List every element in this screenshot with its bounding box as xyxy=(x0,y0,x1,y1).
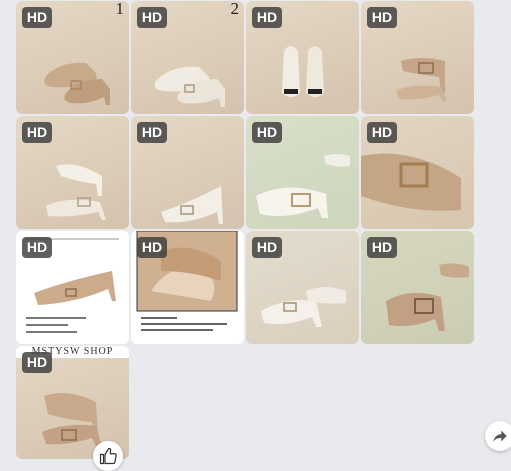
image-tile-3[interactable]: HD xyxy=(246,1,359,114)
thumbs-up-icon xyxy=(99,447,117,465)
like-button[interactable] xyxy=(93,441,123,471)
hd-badge: HD xyxy=(137,7,167,28)
hd-badge: HD xyxy=(367,7,397,28)
image-tile-12[interactable]: HD xyxy=(361,231,474,344)
hd-badge: HD xyxy=(137,122,167,143)
image-tile-1[interactable]: 1 HD xyxy=(16,1,129,114)
image-grid: 1 HD 2 HD HD HD HD HD HD HD HD HD HD HD … xyxy=(16,1,474,459)
image-number: 1 xyxy=(115,1,125,18)
hd-badge: HD xyxy=(22,7,52,28)
hd-badge: HD xyxy=(22,122,52,143)
hd-badge: HD xyxy=(22,352,52,373)
image-tile-9[interactable]: HD xyxy=(16,231,129,344)
hd-badge: HD xyxy=(252,122,282,143)
image-tile-5[interactable]: HD xyxy=(16,116,129,229)
spec-text-lines xyxy=(26,317,86,338)
image-tile-7[interactable]: HD xyxy=(246,116,359,229)
image-tile-4[interactable]: HD xyxy=(361,1,474,114)
image-tile-8[interactable]: HD xyxy=(361,116,474,229)
image-tile-6[interactable]: HD xyxy=(131,116,244,229)
caption-text-lines xyxy=(141,317,231,335)
hd-badge: HD xyxy=(22,237,52,258)
image-number: 2 xyxy=(230,1,240,18)
hd-badge: HD xyxy=(252,7,282,28)
image-tile-10[interactable]: HD xyxy=(131,231,244,344)
share-button[interactable] xyxy=(485,421,511,451)
hd-badge: HD xyxy=(252,237,282,258)
hd-badge: HD xyxy=(367,237,397,258)
image-tile-2[interactable]: 2 HD xyxy=(131,1,244,114)
image-tile-11[interactable]: HD xyxy=(246,231,359,344)
hd-badge: HD xyxy=(367,122,397,143)
hd-badge: HD xyxy=(137,237,167,258)
share-arrow-icon xyxy=(493,430,507,442)
